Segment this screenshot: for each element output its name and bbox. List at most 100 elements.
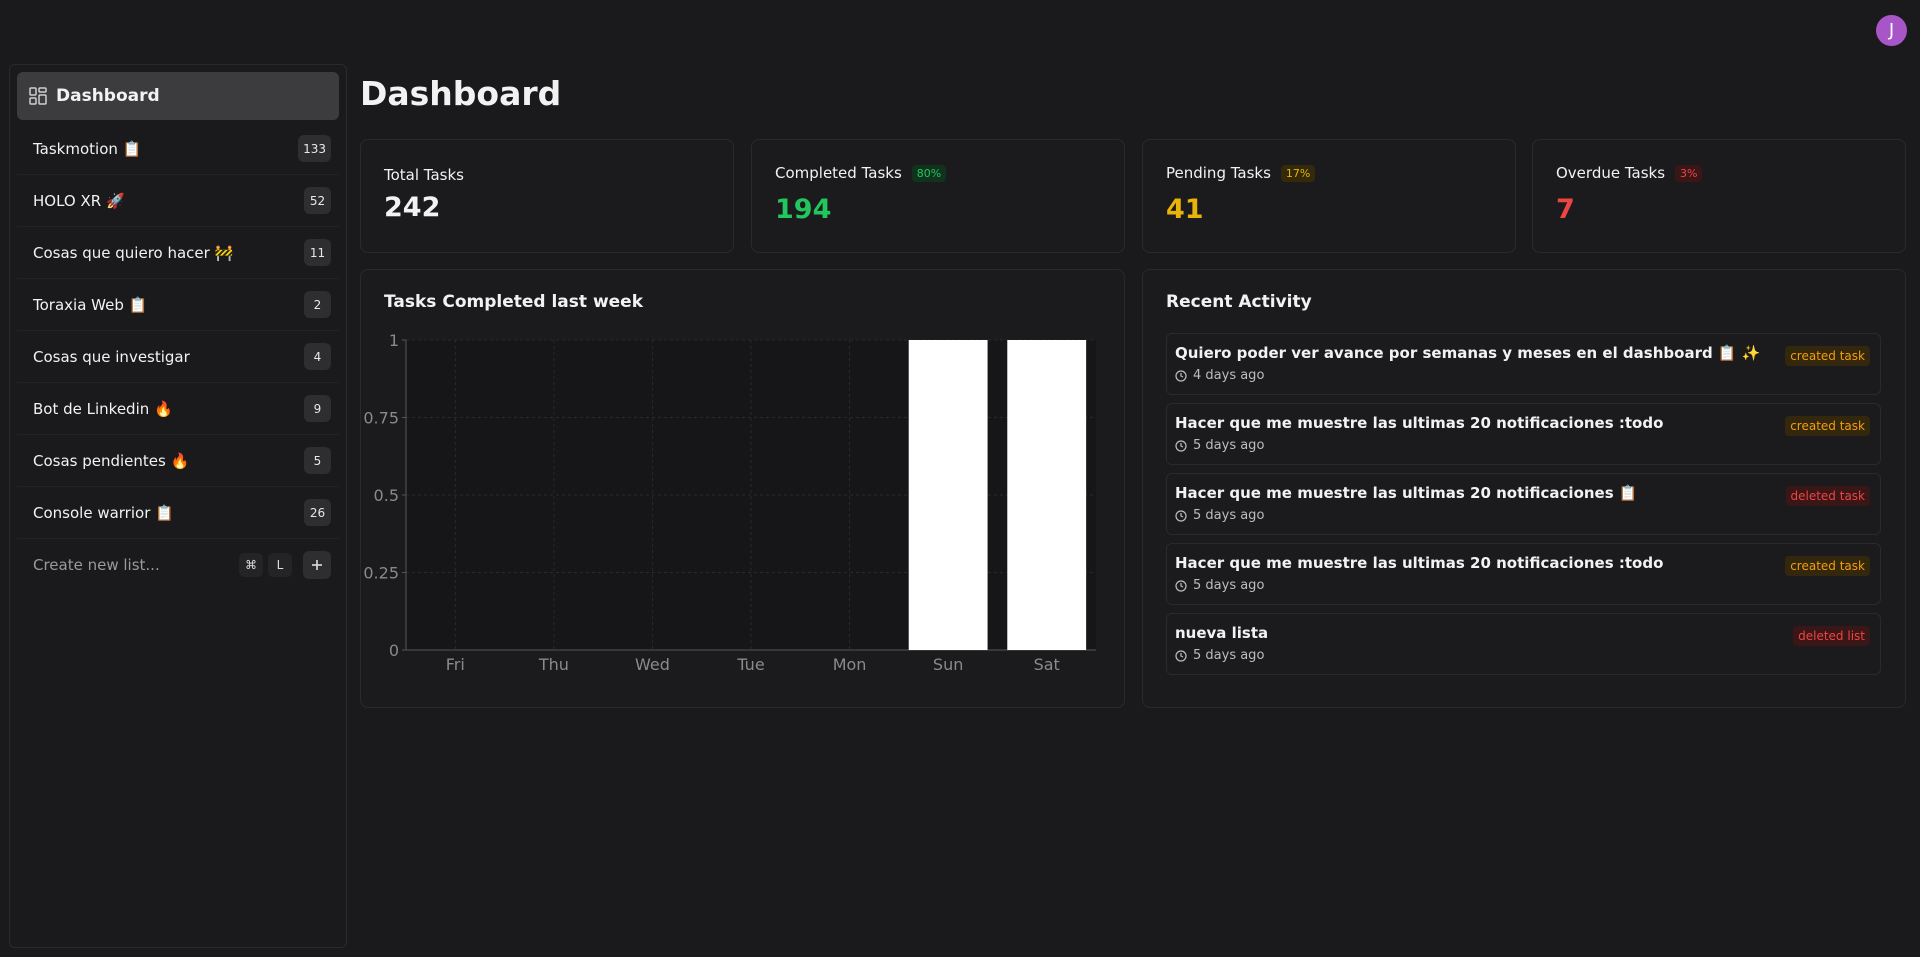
recent-activity-card: Recent Activity Quiero poder ver avance … xyxy=(1142,269,1906,708)
stat-card-total: Total Tasks 242 xyxy=(360,139,734,253)
chart-card: Tasks Completed last week 0 0.25 0.5 0.75 1 F… xyxy=(360,269,1125,708)
sidebar-lists: Taskmotion 📋 133 HOLO XR 🚀 52 Cosas que … xyxy=(17,123,339,539)
list-count-badge: 4 xyxy=(304,343,331,370)
stat-value: 242 xyxy=(384,192,441,223)
kbd-command: ⌘ xyxy=(239,553,263,577)
activity-time-text: 4 days ago xyxy=(1193,368,1265,383)
sidebar-item-list[interactable]: Cosas pendientes 🔥 5 xyxy=(17,435,339,487)
page-title: Dashboard xyxy=(360,74,562,113)
sidebar-item-list[interactable]: Cosas que investigar 4 xyxy=(17,331,339,383)
activity-tag: created task xyxy=(1785,556,1870,576)
stat-label: Total Tasks xyxy=(384,166,464,184)
list-count-badge: 9 xyxy=(304,395,331,422)
recent-activity-title: Recent Activity xyxy=(1166,292,1312,312)
stat-percent-badge: 3% xyxy=(1675,164,1703,182)
stat-value: 7 xyxy=(1556,194,1575,225)
activity-item[interactable]: Hacer que me muestre las ultimas 20 noti… xyxy=(1166,473,1881,535)
sidebar-item-list[interactable]: Toraxia Web 📋 2 xyxy=(17,279,339,331)
activity-time: 5 days ago xyxy=(1175,508,1872,523)
clock-icon xyxy=(1175,579,1187,592)
clock-icon xyxy=(1175,369,1187,382)
list-name: Cosas que quiero hacer 🚧 xyxy=(33,243,234,262)
activity-time-text: 5 days ago xyxy=(1193,508,1265,523)
shortcut-hint: ⌘ L xyxy=(239,551,331,579)
sidebar-item-list[interactable]: Cosas que quiero hacer 🚧 11 xyxy=(17,227,339,279)
list-count-badge: 26 xyxy=(304,499,331,526)
clock-icon xyxy=(1175,649,1187,662)
add-list-button[interactable] xyxy=(303,551,331,579)
stat-percent-badge: 80% xyxy=(911,164,947,182)
activity-tag: created task xyxy=(1785,416,1870,436)
activity-time: 4 days ago xyxy=(1175,368,1872,383)
list-name: HOLO XR 🚀 xyxy=(33,191,125,210)
x-tick-label: Thu xyxy=(538,655,569,674)
stat-label: Pending Tasks xyxy=(1166,164,1271,182)
bar xyxy=(1007,340,1087,650)
activity-item[interactable]: nueva lista 5 days ago deleted list xyxy=(1166,613,1881,675)
stat-percent-badge: 17% xyxy=(1280,164,1316,182)
list-name: Cosas pendientes 🔥 xyxy=(33,451,190,470)
stat-label: Overdue Tasks xyxy=(1556,164,1666,182)
y-tick-label: 0 xyxy=(389,641,399,660)
activity-time-text: 5 days ago xyxy=(1193,648,1265,663)
create-list-input[interactable]: Create new list... xyxy=(33,556,160,574)
sidebar-item-list[interactable]: HOLO XR 🚀 52 xyxy=(17,175,339,227)
x-tick-label: Wed xyxy=(635,655,670,674)
activity-title: Quiero poder ver avance por semanas y me… xyxy=(1175,344,1761,362)
activity-time-text: 5 days ago xyxy=(1193,578,1265,593)
stat-value: 41 xyxy=(1166,194,1204,225)
plus-icon xyxy=(312,560,322,570)
stat-card-pending: Pending Tasks 17% 41 xyxy=(1142,139,1516,253)
sidebar-item-list[interactable]: Bot de Linkedin 🔥 9 xyxy=(17,383,339,435)
activity-time: 5 days ago xyxy=(1175,438,1872,453)
x-tick-label: Tue xyxy=(736,655,764,674)
bar xyxy=(908,340,988,650)
x-tick-label: Sun xyxy=(933,655,963,674)
list-name: Taskmotion 📋 xyxy=(33,139,142,158)
activity-title: Hacer que me muestre las ultimas 20 noti… xyxy=(1175,554,1664,572)
list-count-badge: 2 xyxy=(304,291,331,318)
sidebar-item-list[interactable]: Console warrior 📋 26 xyxy=(17,487,339,539)
activity-item[interactable]: Hacer que me muestre las ultimas 20 noti… xyxy=(1166,543,1881,605)
x-tick-label: Sat xyxy=(1034,655,1060,674)
activity-title: Hacer que me muestre las ultimas 20 noti… xyxy=(1175,414,1664,432)
sidebar-item-label: Dashboard xyxy=(56,86,160,106)
y-tick-label: 0.25 xyxy=(363,564,399,583)
activity-time-text: 5 days ago xyxy=(1193,438,1265,453)
kbd-key: L xyxy=(268,553,292,577)
activity-list: Quiero poder ver avance por semanas y me… xyxy=(1166,333,1881,683)
x-tick-label: Fri xyxy=(446,655,465,674)
bar-chart: 0 0.25 0.5 0.75 1 Fri Thu Wed Tue Mon Sun Sat xyxy=(363,331,1096,674)
y-tick-label: 1 xyxy=(389,331,399,350)
activity-tag: created task xyxy=(1785,346,1870,366)
list-count-badge: 5 xyxy=(304,447,331,474)
list-name: Toraxia Web 📋 xyxy=(33,295,148,314)
list-name: Console warrior 📋 xyxy=(33,503,174,522)
create-list-row[interactable]: Create new list... ⌘ L xyxy=(17,539,339,591)
sidebar-item-dashboard[interactable]: Dashboard xyxy=(17,72,339,120)
activity-tag: deleted task xyxy=(1785,486,1870,506)
grid-icon xyxy=(29,87,47,105)
activity-time: 5 days ago xyxy=(1175,578,1872,593)
avatar[interactable]: J xyxy=(1876,15,1907,46)
x-tick-label: Mon xyxy=(833,655,867,674)
stat-card-overdue: Overdue Tasks 3% 7 xyxy=(1532,139,1906,253)
y-tick-label: 0.75 xyxy=(363,409,399,428)
activity-item[interactable]: Quiero poder ver avance por semanas y me… xyxy=(1166,333,1881,395)
stat-label: Completed Tasks xyxy=(775,164,902,182)
activity-tag: deleted list xyxy=(1793,626,1870,646)
list-name: Cosas que investigar xyxy=(33,347,190,366)
stat-card-completed: Completed Tasks 80% 194 xyxy=(751,139,1125,253)
sidebar: Dashboard Taskmotion 📋 133 HOLO XR 🚀 52 … xyxy=(9,64,347,948)
list-count-badge: 133 xyxy=(298,135,331,162)
activity-time: 5 days ago xyxy=(1175,648,1872,663)
clock-icon xyxy=(1175,439,1187,452)
list-count-badge: 52 xyxy=(304,187,331,214)
list-name: Bot de Linkedin 🔥 xyxy=(33,399,173,418)
sidebar-item-list[interactable]: Taskmotion 📋 133 xyxy=(17,123,339,175)
stat-value: 194 xyxy=(775,194,832,225)
y-tick-label: 0.5 xyxy=(374,486,399,505)
activity-item[interactable]: Hacer que me muestre las ultimas 20 noti… xyxy=(1166,403,1881,465)
list-count-badge: 11 xyxy=(304,239,331,266)
clock-icon xyxy=(1175,509,1187,522)
